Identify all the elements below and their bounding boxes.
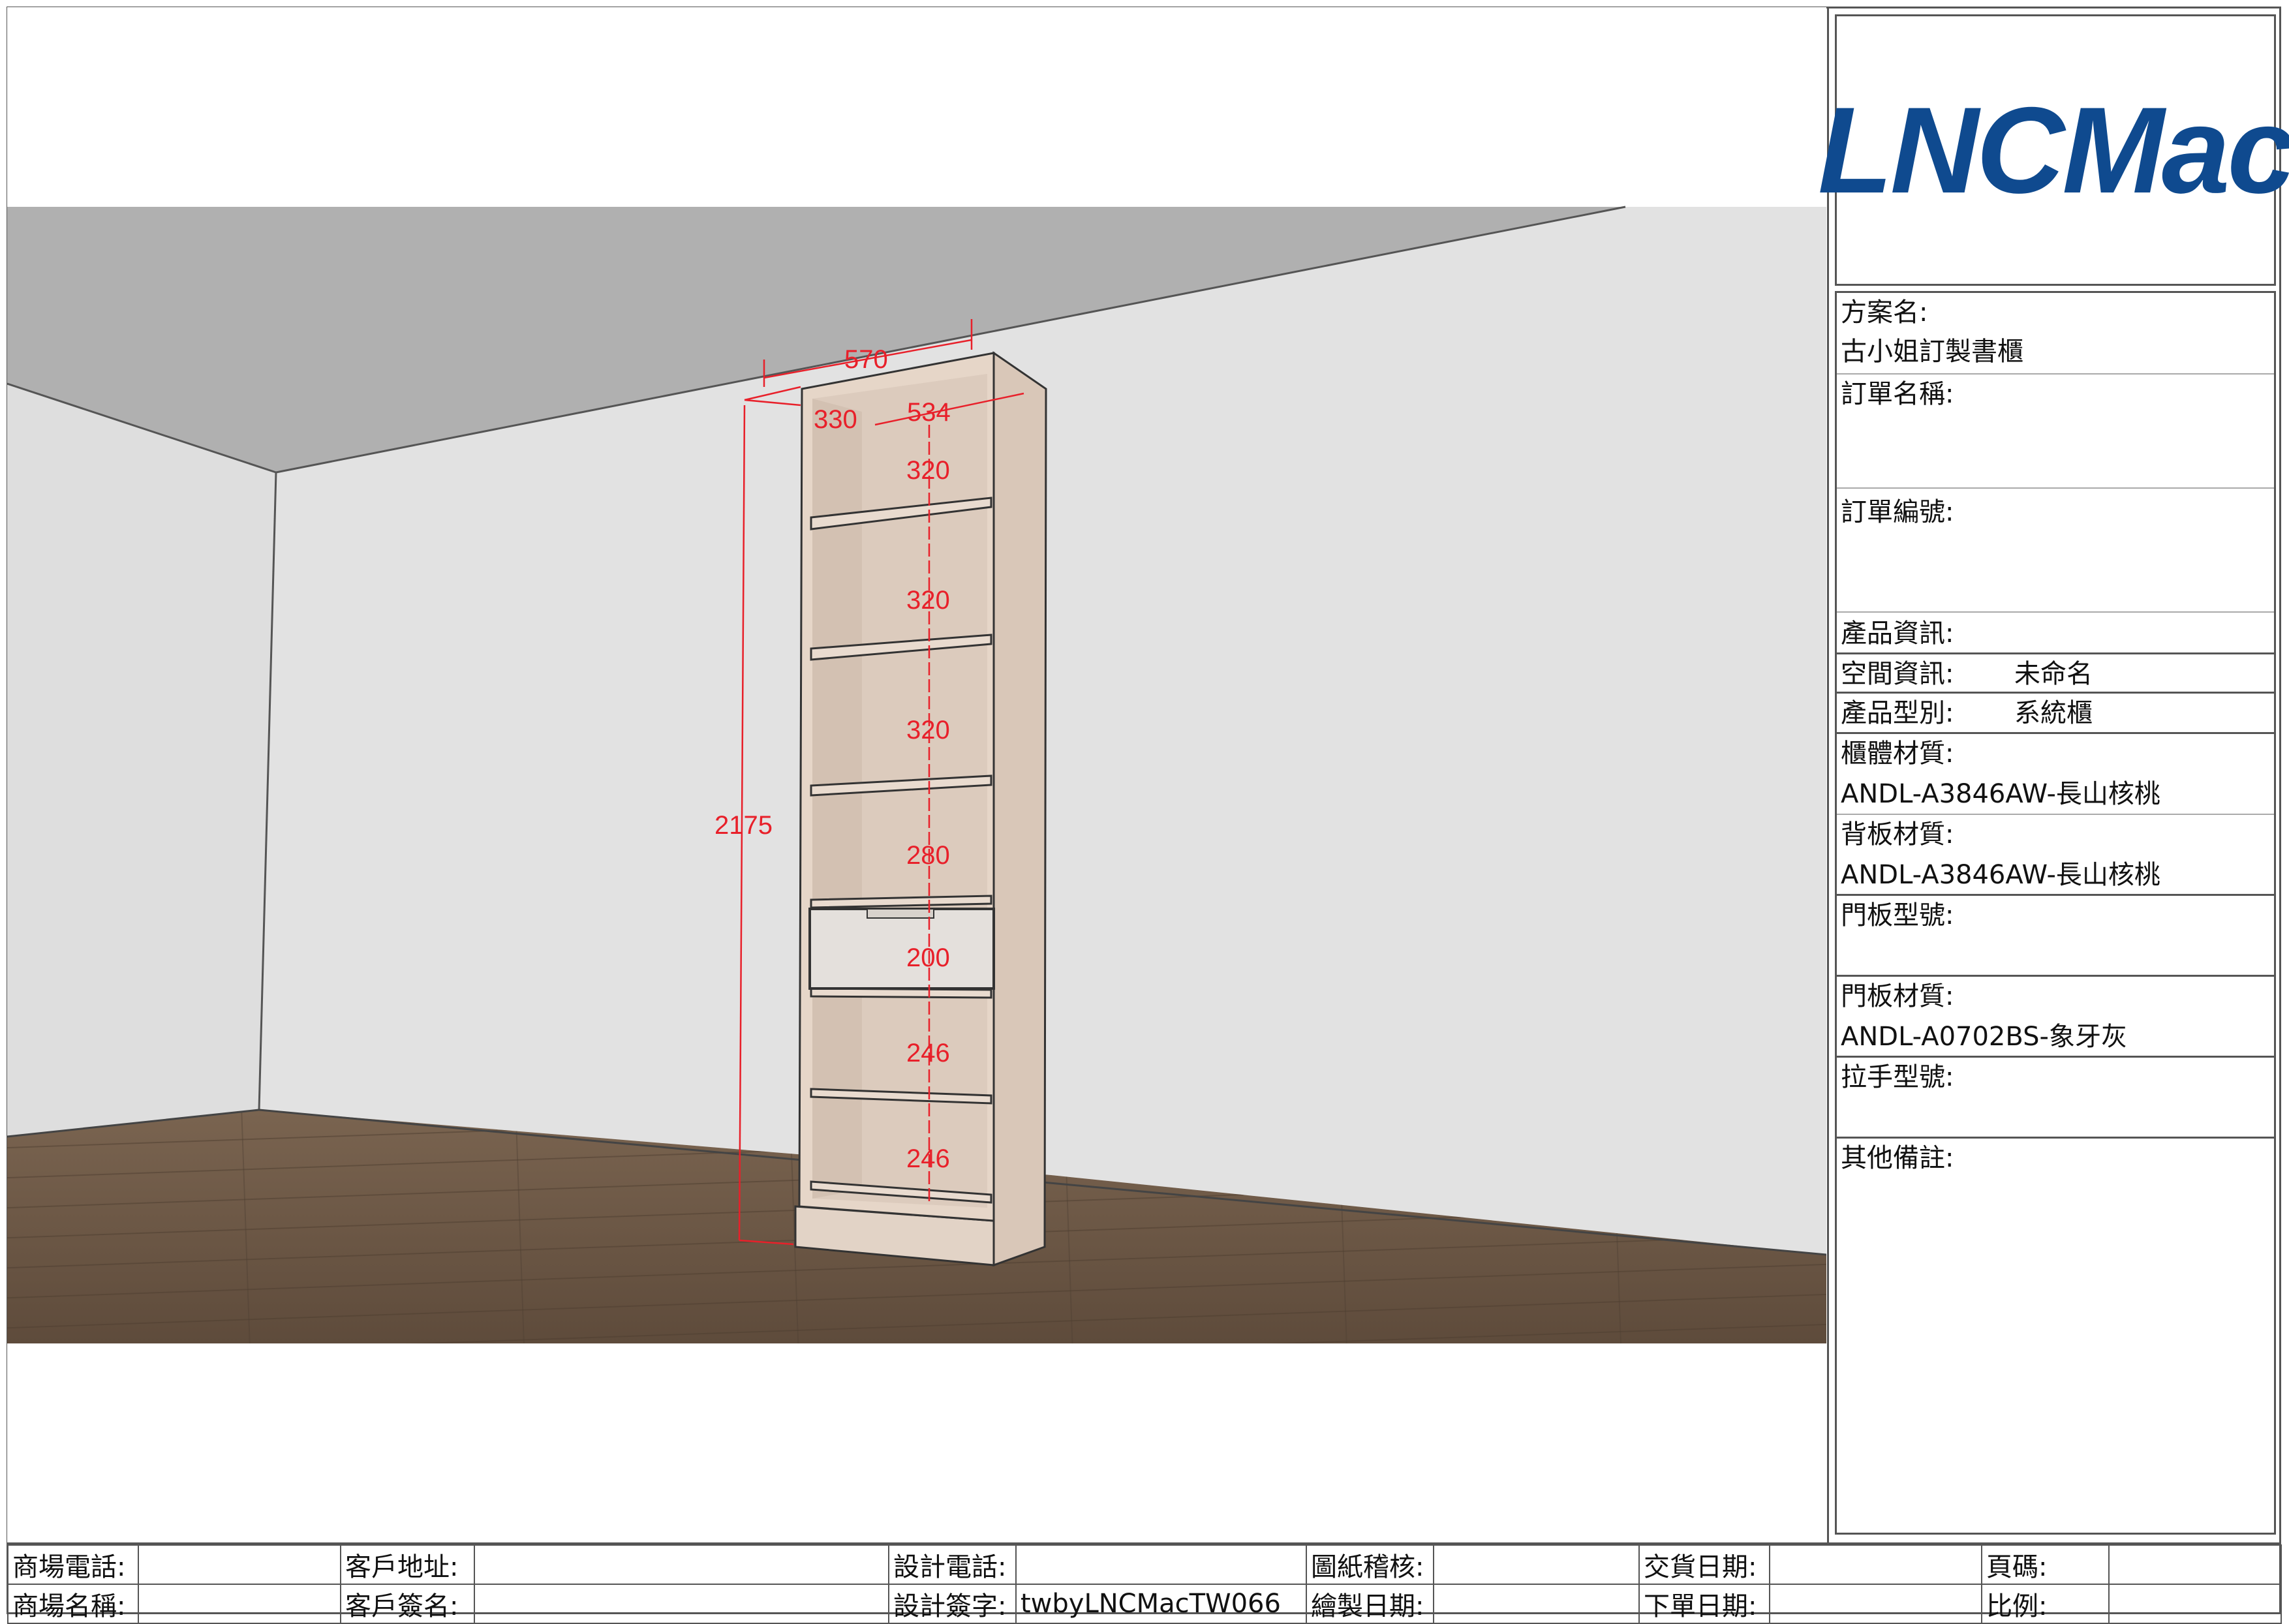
project-name-value: 古小姐訂製書櫃 — [1841, 337, 2023, 367]
delivery-date-label: 交貨日期: — [1638, 1544, 1770, 1585]
footer-row-1: 商場電話: 客戶地址: 設計電話: 圖紙稽核: 交貨日期: 頁碼: — [7, 1544, 2282, 1585]
company-logo: LNCMac — [1817, 82, 2289, 219]
page-number-value — [2108, 1544, 2282, 1585]
space-info-label: 空間資訊: — [1841, 659, 1954, 689]
body-material-label: 櫃體材質: — [1841, 739, 1954, 769]
page-number-label: 頁碼: — [1981, 1544, 2110, 1585]
footer-row-2: 商場名稱: 客戶簽名: 設計簽字: twbyLNCMacTW066 繪製日期: … — [7, 1584, 2282, 1624]
body-material-row: 櫃體材質: ANDL-A3846AW-長山核桃 — [1837, 734, 2274, 815]
space-info-value: 未命名 — [2014, 659, 2093, 689]
back-material-label: 背板材質: — [1841, 820, 1954, 850]
project-info-panel: 方案名: 古小姐訂製書櫃 訂單名稱: 訂單編號: 產品資訊: 空間資訊: 未命名… — [1835, 291, 2276, 1535]
space-info-row: 空間資訊: 未命名 — [1837, 654, 2274, 694]
scale-label: 比例: — [1981, 1584, 2110, 1624]
customer-signature-value — [474, 1584, 889, 1624]
top-margin — [7, 7, 1826, 207]
drawing-review-value — [1433, 1544, 1640, 1585]
product-type-row: 產品型別: 系統櫃 — [1837, 694, 2274, 734]
back-material-value: ANDL-A3846AW-長山核桃 — [1841, 860, 2160, 890]
product-info-label: 產品資訊: — [1841, 619, 1954, 649]
customer-address-label: 客戶地址: — [340, 1544, 475, 1585]
logo-box: LNCMac — [1818, 14, 2289, 286]
dim-compartment-3: 320 — [906, 716, 950, 744]
footer-table: 商場電話: 客戶地址: 設計電話: 圖紙稽核: 交貨日期: 頁碼: 商場名稱: … — [7, 1542, 2282, 1624]
order-name-row: 訂單名稱: — [1837, 375, 2274, 489]
design-phone-value — [1015, 1544, 1307, 1585]
body-material-value: ANDL-A3846AW-長山核桃 — [1841, 779, 2160, 809]
order-date-label: 下單日期: — [1638, 1584, 1770, 1624]
scale-value — [2108, 1584, 2282, 1624]
draw-date-value — [1433, 1584, 1640, 1624]
drawer-front — [808, 908, 995, 990]
dim-height-label: 2175 — [714, 811, 773, 840]
project-name-label: 方案名: — [1841, 298, 1928, 328]
handle-model-row: 拉手型號: — [1837, 1058, 2274, 1139]
product-info-row: 產品資訊: — [1837, 613, 2274, 654]
door-material-row: 門板材質: ANDL-A0702BS-象牙灰 — [1837, 977, 2274, 1058]
dim-compartment-7: 246 — [906, 1144, 950, 1173]
mall-name-label: 商場名稱: — [7, 1584, 139, 1624]
customer-address-value — [474, 1544, 889, 1585]
mall-phone-label: 商場電話: — [7, 1544, 139, 1585]
dim-compartment-1: 320 — [906, 456, 950, 485]
render-view: 570 330 534 2175 320 320 320 280 200 246… — [7, 7, 1826, 1542]
product-type-value: 系統櫃 — [2014, 698, 2093, 728]
mall-phone-value — [138, 1544, 341, 1585]
draw-date-label: 繪製日期: — [1306, 1584, 1434, 1624]
design-phone-label: 設計電話: — [888, 1544, 1017, 1585]
order-number-row: 訂單編號: — [1837, 489, 2274, 613]
notes-row: 其他備註: — [1837, 1139, 2274, 1530]
bookcase — [794, 351, 1047, 1267]
product-type-label: 產品型別: — [1841, 698, 1954, 728]
order-number-label: 訂單編號: — [1841, 497, 1954, 527]
left-wall — [7, 384, 276, 1137]
dim-compartment-4: 280 — [906, 841, 950, 870]
drawing-review-label: 圖紙稽核: — [1306, 1544, 1434, 1585]
dim-inner-width-label: 534 — [907, 398, 951, 427]
customer-signature-label: 客戶簽名: — [340, 1584, 475, 1624]
delivery-date-value — [1769, 1544, 1982, 1585]
order-date-value — [1769, 1584, 1982, 1624]
door-model-row: 門板型號: — [1837, 896, 2274, 977]
dim-compartment-5: 200 — [906, 943, 950, 972]
back-material-row: 背板材質: ANDL-A3846AW-長山核桃 — [1837, 815, 2274, 896]
order-name-label: 訂單名稱: — [1841, 379, 1954, 409]
design-signature-value: twbyLNCMacTW066 — [1015, 1584, 1307, 1624]
notes-label: 其他備註: — [1841, 1143, 1954, 1173]
dim-width-label: 570 — [844, 345, 888, 374]
project-name-row: 方案名: 古小姐訂製書櫃 — [1837, 293, 2274, 375]
room-render: 570 330 534 2175 320 320 320 280 200 246… — [7, 7, 1826, 1542]
dim-depth-label: 330 — [814, 405, 857, 434]
dim-compartment-2: 320 — [906, 586, 950, 615]
door-material-label: 門板材質: — [1841, 981, 1954, 1011]
dim-compartment-6: 246 — [906, 1039, 950, 1067]
design-signature-label: 設計簽字: — [888, 1584, 1017, 1624]
door-material-value: ANDL-A0702BS-象牙灰 — [1841, 1022, 2127, 1052]
door-model-label: 門板型號: — [1841, 900, 1954, 930]
handle-model-label: 拉手型號: — [1841, 1062, 1954, 1092]
mall-name-value — [138, 1584, 341, 1624]
